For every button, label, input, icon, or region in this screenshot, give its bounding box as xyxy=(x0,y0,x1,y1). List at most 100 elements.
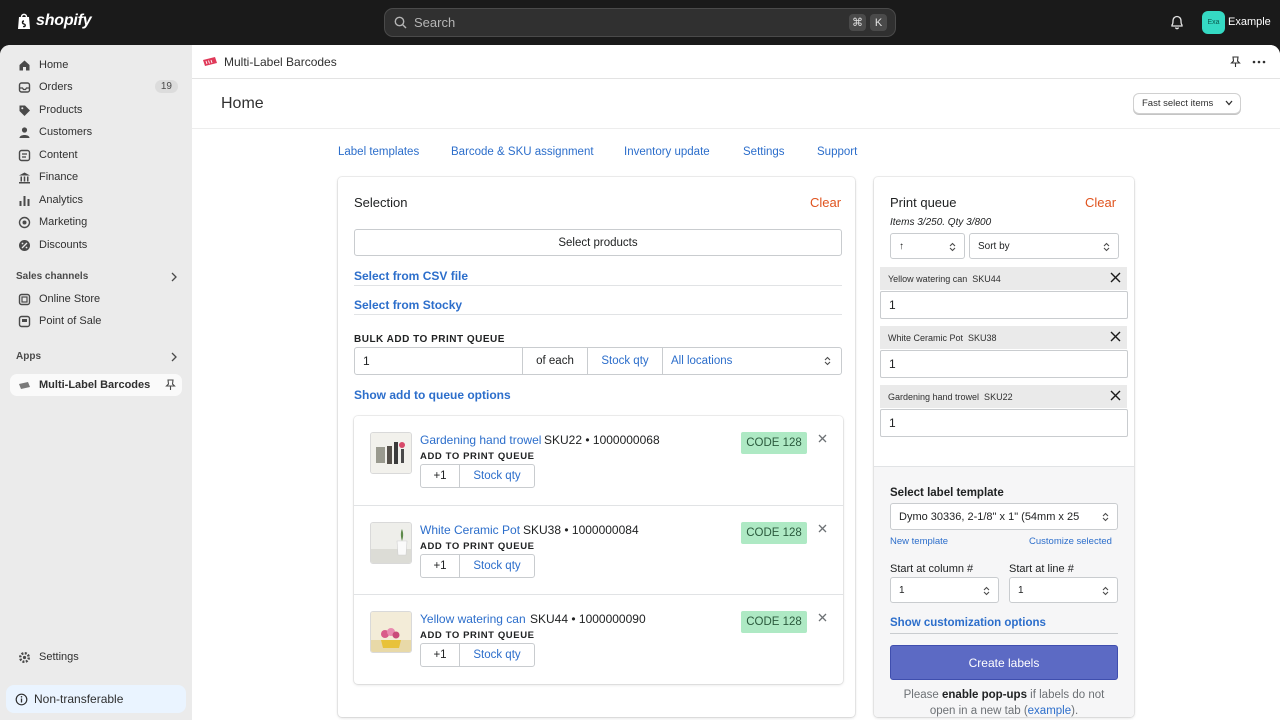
apps-label: Apps xyxy=(16,351,41,362)
app-icon xyxy=(19,381,30,389)
pos-icon xyxy=(18,315,31,327)
select-from-csv-link[interactable]: Select from CSV file xyxy=(354,269,468,283)
pin-icon[interactable] xyxy=(165,379,176,391)
plus-one-button[interactable]: +1 xyxy=(421,555,460,577)
sidebar-item-settings[interactable]: Settings xyxy=(10,646,182,668)
sidebar-item-marketing[interactable]: Marketing xyxy=(10,211,182,233)
tab-inventory-update[interactable]: Inventory update xyxy=(624,146,710,158)
sidebar-item-analytics[interactable]: Analytics xyxy=(10,189,182,211)
close-icon[interactable] xyxy=(1110,390,1121,401)
shopify-logo[interactable]: shopify xyxy=(16,12,92,30)
stock-qty-button[interactable]: Stock qty xyxy=(460,465,534,487)
print-queue-card: Print queue Clear Items 3/250. Qty 3/800… xyxy=(874,177,1134,717)
barcode-type-badge[interactable]: CODE 128 xyxy=(741,611,807,633)
bulk-stock-qty-button[interactable]: Stock qty xyxy=(588,348,663,374)
queue-qty-input[interactable]: 1 xyxy=(880,291,1128,319)
tab-settings[interactable]: Settings xyxy=(743,146,785,158)
plus-one-button[interactable]: +1 xyxy=(421,644,460,666)
sidebar-item-label: Content xyxy=(39,149,78,161)
chevron-right-icon xyxy=(171,352,177,362)
stock-qty-button[interactable]: Stock qty xyxy=(460,555,534,577)
sidebar-item-customers[interactable]: Customers xyxy=(10,121,182,143)
queue-qty-input[interactable]: 1 xyxy=(880,350,1128,378)
close-icon[interactable] xyxy=(1110,331,1121,342)
app-content: Label templates Barcode & SKU assignment… xyxy=(192,129,1280,720)
locations-select[interactable]: All locations xyxy=(663,348,841,374)
sidebar-item-multi-label-barcodes[interactable]: Multi-Label Barcodes xyxy=(10,374,182,396)
start-column-value: 1 xyxy=(899,584,905,596)
pin-icon[interactable] xyxy=(1230,56,1241,68)
tab-barcode-sku-assignment[interactable]: Barcode & SKU assignment xyxy=(451,146,594,158)
queue-qty-input[interactable]: 1 xyxy=(880,409,1128,437)
search-icon xyxy=(394,16,407,29)
select-products-button[interactable]: Select products xyxy=(354,229,842,256)
print-queue-clear-link[interactable]: Clear xyxy=(1085,195,1116,210)
avatar[interactable]: Exa xyxy=(1202,11,1225,34)
non-transferable-banner[interactable]: Non-transferable xyxy=(6,685,186,713)
sidebar-item-point-of-sale[interactable]: Point of Sale xyxy=(10,310,182,332)
tag-icon xyxy=(19,105,30,116)
more-horizontal-icon[interactable] xyxy=(1252,56,1266,68)
bulk-qty-input[interactable]: 1 xyxy=(355,348,523,374)
search-input[interactable]: Search ⌘ K xyxy=(384,8,896,37)
of-each-button[interactable]: of each xyxy=(523,348,588,374)
example-link[interactable]: example xyxy=(1028,705,1071,717)
non-transferable-label: Non-transferable xyxy=(34,692,124,706)
stock-qty-button[interactable]: Stock qty xyxy=(460,644,534,666)
tab-support[interactable]: Support xyxy=(817,146,857,158)
start-line-select[interactable]: 1 xyxy=(1009,577,1118,603)
remove-icon[interactable] xyxy=(818,524,827,533)
sidebar-item-discounts[interactable]: Discounts xyxy=(10,234,182,256)
show-customization-options-link[interactable]: Show customization options xyxy=(890,617,1046,629)
store-name[interactable]: Example xyxy=(1228,16,1271,28)
barcode-type-badge[interactable]: CODE 128 xyxy=(741,522,807,544)
select-from-stocky-link[interactable]: Select from Stocky xyxy=(354,298,462,312)
plus-one-button[interactable]: +1 xyxy=(421,465,460,487)
search-placeholder: Search xyxy=(414,15,456,30)
chevron-down-icon xyxy=(1225,100,1233,106)
tab-label-templates[interactable]: Label templates xyxy=(338,146,419,158)
sidebar-item-content[interactable]: Content xyxy=(10,144,182,166)
new-template-link[interactable]: New template xyxy=(890,536,948,547)
shopify-bag-icon xyxy=(18,13,30,29)
sidebar-item-products[interactable]: Products xyxy=(10,99,182,121)
info-icon xyxy=(15,693,28,705)
sidebar-item-label: Orders xyxy=(39,81,73,93)
remove-icon[interactable] xyxy=(818,613,827,622)
sales-channels-label: Sales channels xyxy=(16,271,89,282)
customize-selected-link[interactable]: Customize selected xyxy=(1029,536,1112,547)
barcode-type-badge[interactable]: CODE 128 xyxy=(741,432,807,454)
sidebar-item-home[interactable]: Home xyxy=(10,54,182,76)
label-template-select[interactable]: Dymo 30336, 2-1/8" x 1" (54mm x 25 xyxy=(890,503,1118,530)
popup-note: Please enable pop-ups if labels do not o… xyxy=(890,687,1118,717)
sort-by-value: Sort by xyxy=(978,240,1010,252)
list-item: White Ceramic Pot SKU38 • 1000000084 ADD… xyxy=(354,505,843,594)
create-labels-button[interactable]: Create labels xyxy=(890,645,1118,680)
sales-channels-section[interactable]: Sales channels xyxy=(16,271,180,282)
sidebar-item-label: Finance xyxy=(39,171,79,183)
select-arrows-icon xyxy=(1102,512,1109,522)
sort-direction-select[interactable]: ↑ xyxy=(890,233,965,259)
show-add-to-queue-options-link[interactable]: Show add to queue options xyxy=(354,388,511,402)
content-icon xyxy=(18,149,31,161)
sidebar-item-online-store[interactable]: Online Store xyxy=(10,288,182,310)
gear-icon xyxy=(18,651,31,663)
queue-item-label: Gardening hand trowel SKU22 xyxy=(888,391,1013,402)
product-name-link[interactable]: Gardening hand trowel xyxy=(420,433,541,447)
bell-icon[interactable] xyxy=(1170,14,1184,30)
close-icon[interactable] xyxy=(1110,272,1121,283)
start-column-select[interactable]: 1 xyxy=(890,577,999,603)
sidebar-item-orders[interactable]: Orders 19 xyxy=(10,76,182,98)
bar-chart-icon xyxy=(19,195,30,206)
selection-clear-link[interactable]: Clear xyxy=(810,195,841,210)
product-name-link[interactable]: Yellow watering can xyxy=(420,612,526,626)
bulk-add-row: 1 of each Stock qty All locations xyxy=(354,347,842,375)
sidebar-item-finance[interactable]: Finance xyxy=(10,166,182,188)
fast-select-items-button[interactable]: Fast select items xyxy=(1133,93,1241,114)
apps-section[interactable]: Apps xyxy=(16,351,180,362)
multi-label-barcodes-logo xyxy=(203,57,217,66)
remove-icon[interactable] xyxy=(818,434,827,443)
product-name-link[interactable]: White Ceramic Pot xyxy=(420,523,520,537)
orders-icon xyxy=(18,81,31,93)
sort-by-select[interactable]: Sort by xyxy=(969,233,1119,259)
